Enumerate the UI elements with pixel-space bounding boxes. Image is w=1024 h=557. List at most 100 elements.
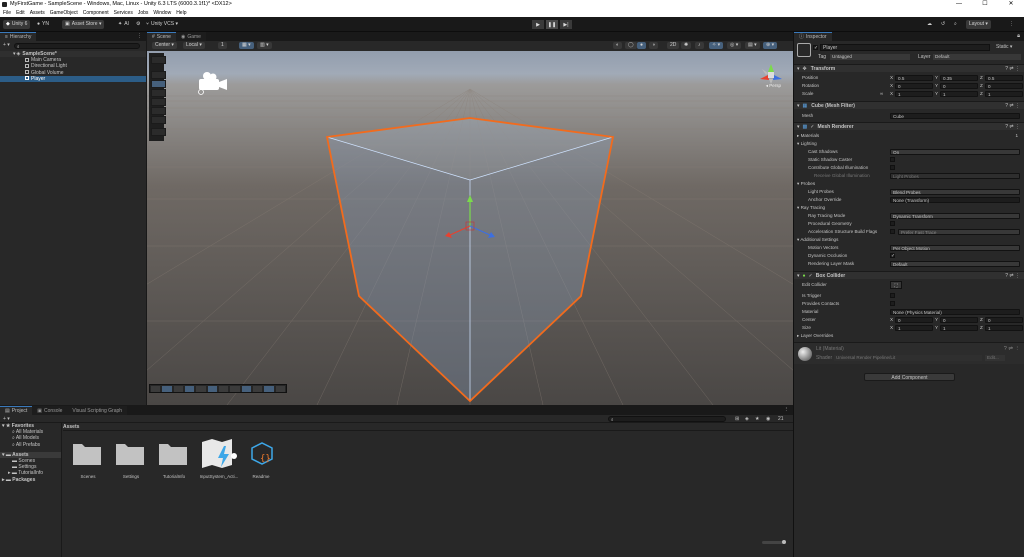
asset-store-button[interactable]: ▣ Asset Store ▾ [62, 20, 105, 29]
scale-y[interactable]: 1 [940, 90, 978, 97]
scale-tool-icon[interactable] [151, 98, 166, 106]
center-x[interactable]: 0 [895, 316, 933, 323]
procedural-geometry-checkbox[interactable] [890, 221, 895, 226]
2d-toggle[interactable]: 2D [667, 42, 680, 49]
pivot-dropdown[interactable]: Center ▾ [152, 42, 177, 49]
dynamic-occlusion-checkbox[interactable]: ✓ [890, 253, 895, 259]
lighting-toggle[interactable]: ✺ [681, 42, 692, 49]
move-handle-icon[interactable] [162, 386, 172, 392]
rect-tool-icon[interactable] [151, 107, 166, 115]
menu-services[interactable]: Services [114, 10, 133, 16]
lock-icon[interactable]: 🔒︎ [1017, 33, 1020, 40]
frame-icon[interactable] [264, 386, 274, 392]
mesh-field[interactable]: Cube [890, 112, 1020, 119]
static-toggle[interactable]: Static ▾ [996, 44, 1012, 50]
menu-assets[interactable]: Assets [30, 10, 45, 16]
provides-contacts-checkbox[interactable] [890, 301, 895, 306]
hidden-objects-icon[interactable]: ◎ ▾ [727, 42, 742, 49]
tab-visual-scripting[interactable]: Visual Scripting Graph [67, 406, 128, 415]
shader-edit-button[interactable]: Edit... [985, 354, 1005, 361]
link-icon[interactable]: ∞ [880, 90, 883, 97]
menu-gameobject[interactable]: GameObject [50, 10, 78, 16]
icon-size-slider[interactable] [762, 540, 786, 544]
menu-component[interactable]: Component [83, 10, 109, 16]
tab-game[interactable]: ◉ Game [175, 32, 206, 41]
favorite-star-icon[interactable]: ★ [755, 416, 759, 422]
custom-tool-icon[interactable] [151, 128, 166, 136]
scale-handle-icon[interactable] [184, 386, 195, 392]
light-probes-dropdown[interactable]: Blend Probes [890, 188, 1020, 195]
size-z[interactable]: 1 [985, 324, 1023, 331]
mesh-filter-header[interactable]: ▾ ▦ Cube (Mesh Filter)? ⇌ ⋮ [794, 101, 1024, 109]
transform-tool-icon[interactable] [151, 116, 166, 124]
wireframe-icon[interactable]: ◯ [625, 42, 637, 49]
tab-hierarchy[interactable]: ≡ Hierarchy [0, 32, 37, 41]
settings-icon[interactable]: ⚙ [133, 20, 143, 29]
vertex-snap-icon[interactable] [218, 386, 229, 392]
cast-shadows-dropdown[interactable]: On [890, 148, 1020, 155]
search-icon[interactable] [252, 386, 263, 392]
rendering-layer-dropdown[interactable]: Default [890, 260, 1020, 267]
center-z[interactable]: 0 [985, 316, 1023, 323]
filter-type-icon[interactable]: ⊞ [735, 416, 739, 422]
tab-project[interactable]: ▤ Project [0, 406, 33, 415]
search-icon[interactable]: ⌕ [951, 20, 960, 29]
effects-toggle[interactable]: ✧ ▾ [709, 42, 724, 49]
grid-snap-button[interactable]: ▦ ▾ [239, 42, 254, 49]
center-y[interactable]: 0 [940, 316, 978, 323]
rotation-x[interactable]: 0 [895, 82, 933, 89]
more-icon[interactable]: ⋮ [1006, 20, 1017, 29]
cloud-icon[interactable]: ☁ [924, 20, 935, 29]
menu-help[interactable]: Help [176, 10, 186, 16]
project-create-button[interactable]: + ▾ [3, 416, 10, 422]
menu-window[interactable]: Window [153, 10, 171, 16]
panel-menu-icon[interactable]: ⋮ [784, 407, 790, 413]
visibility-icon[interactable]: ◉ [766, 416, 770, 422]
snap-increment[interactable]: 1 [218, 42, 227, 49]
hand-tool-icon[interactable] [151, 71, 166, 79]
input-actions-icon[interactable] [200, 436, 242, 470]
lit-icon[interactable]: ◑ [649, 42, 659, 49]
snap-icon[interactable] [207, 386, 217, 392]
maximize-button[interactable]: ☐ [972, 0, 998, 9]
lighting-foldout[interactable]: ▾ Lighting [794, 140, 1024, 147]
grid-visibility-icon[interactable] [151, 386, 161, 392]
space-dropdown[interactable]: Local ▾ [183, 42, 205, 49]
ai-button[interactable]: ✦ AI [115, 20, 132, 29]
unity-version-button[interactable]: ◆ Unity 6 [3, 20, 31, 29]
probes-foldout[interactable]: ▾ Probes [794, 180, 1024, 187]
close-button[interactable]: ✕ [998, 0, 1024, 9]
folder-icon[interactable] [72, 440, 102, 466]
contribute-gi-checkbox[interactable] [890, 165, 895, 170]
receive-gi-dropdown[interactable]: Light Probes [890, 172, 1020, 179]
packages-folder[interactable]: ▸ ▬ Packages [0, 477, 61, 483]
pivot-icon[interactable] [241, 386, 251, 392]
account-button[interactable]: ● YN [34, 20, 52, 29]
increment-snap-button[interactable]: ▥ ▾ [257, 42, 272, 49]
shaded-icon[interactable]: ● [637, 42, 647, 49]
accel-flags-checkbox[interactable] [890, 229, 895, 234]
transform-header[interactable]: ▾ ✥ Transform? ⇌ ⋮ [794, 64, 1024, 72]
move-tool-icon[interactable] [151, 80, 166, 88]
menu-jobs[interactable]: Jobs [138, 10, 149, 16]
motion-vectors-dropdown[interactable]: Per Object Motion [890, 244, 1020, 251]
history-icon[interactable]: ↺ [938, 20, 948, 29]
materials-row[interactable]: ▸ Materials 1 [794, 132, 1024, 139]
size-y[interactable]: 1 [940, 324, 978, 331]
rt-mode-dropdown[interactable]: Dynamic Transform [890, 212, 1020, 219]
position-x[interactable]: 0.5 [895, 74, 933, 81]
edit-collider-button[interactable]: ⛶ [890, 281, 902, 289]
tab-scene[interactable]: # Scene [147, 32, 176, 41]
material-menu-icon[interactable]: ? ⇌ ⋮ [1004, 346, 1020, 352]
pause-button[interactable]: ❚❚ [546, 20, 558, 29]
position-z[interactable]: 0.5 [985, 74, 1023, 81]
active-checkbox[interactable]: ✓ [813, 45, 818, 51]
camera-icon[interactable] [275, 386, 285, 392]
panel-menu-icon[interactable]: ⋮ [137, 33, 142, 39]
object-name-field[interactable]: Player [820, 44, 990, 51]
shading-mode-icon[interactable]: ◐ [613, 42, 623, 49]
anchor-override-field[interactable]: None (Transform) [890, 196, 1020, 203]
box-collider-header[interactable]: ▾ ● ✓ Box Collider? ⇌ ⋮ [794, 271, 1024, 279]
view-tool-icon[interactable] [151, 56, 166, 64]
position-y[interactable]: 0.35 [940, 74, 978, 81]
